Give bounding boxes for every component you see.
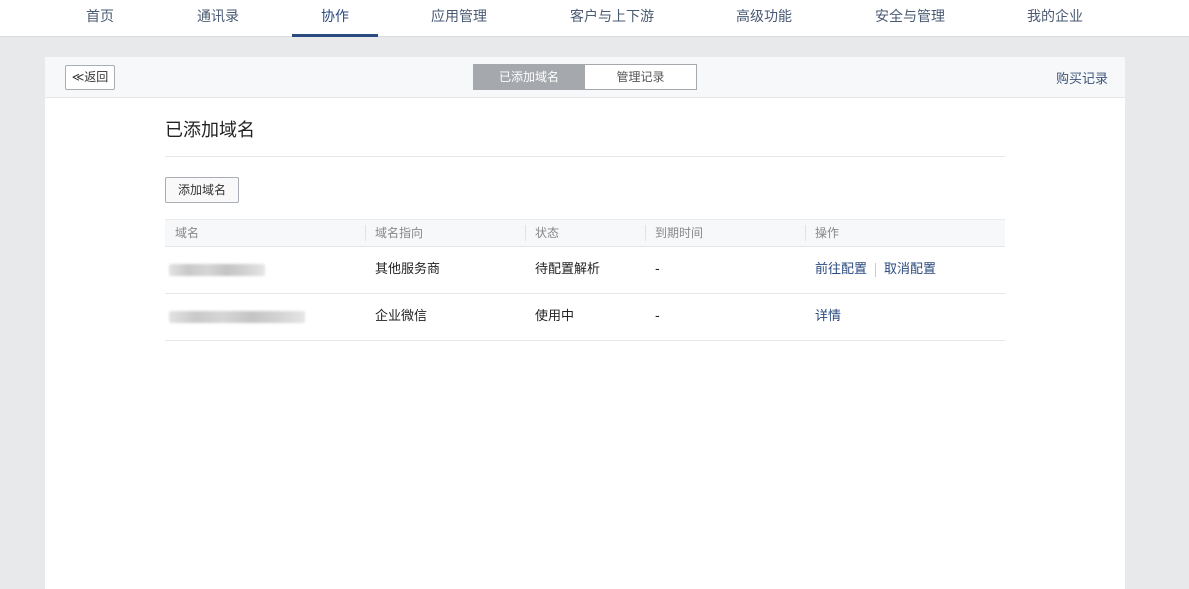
page-title: 已添加域名 (165, 120, 255, 141)
column-divider (645, 225, 646, 241)
column-header-actions: 操作 (815, 226, 840, 240)
column-header-expiry: 到期时间 (655, 226, 704, 240)
purchase-records-link[interactable]: 购买记录 (1056, 68, 1108, 87)
table-row: 企业微信 使用中 - 详情 (165, 294, 1005, 341)
domain-status: 使用中 (535, 309, 575, 324)
table-header: 域名 域名指向 状态 到期时间 操作 (165, 219, 1005, 247)
nav-item-security[interactable]: 安全与管理 (871, 0, 949, 37)
domain-target: 其他服务商 (375, 262, 441, 277)
column-header-domain: 域名 (175, 226, 200, 240)
tab-management-records[interactable]: 管理记录 (585, 64, 697, 90)
domain-panel: ≪返回 已添加域名 管理记录 购买记录 已添加域名 添加域名 域名 域名指向 状… (45, 57, 1125, 589)
title-divider (165, 156, 1005, 157)
configure-link[interactable]: 前往配置 (815, 247, 867, 293)
domain-table: 域名 域名指向 状态 到期时间 操作 其他服务商 待配置解析 - 前往配置 取消… (165, 219, 1005, 341)
domain-status: 待配置解析 (535, 262, 601, 277)
nav-item-home[interactable]: 首页 (84, 0, 116, 37)
tab-added-domains[interactable]: 已添加域名 (473, 64, 585, 90)
nav-item-advanced[interactable]: 高级功能 (733, 0, 795, 37)
domain-name-redacted (169, 311, 305, 323)
cancel-configuration-link[interactable]: 取消配置 (884, 247, 936, 293)
column-divider (365, 225, 366, 241)
action-divider (875, 263, 876, 277)
nav-item-my-enterprise[interactable]: 我的企业 (1024, 0, 1086, 37)
back-button[interactable]: ≪返回 (65, 65, 115, 90)
domain-target: 企业微信 (375, 309, 428, 324)
top-nav: 首页 通讯录 协作 应用管理 客户与上下游 高级功能 安全与管理 我的企业 (0, 0, 1189, 37)
add-domain-button[interactable]: 添加域名 (165, 177, 239, 203)
domain-name-redacted (169, 264, 265, 276)
details-link[interactable]: 详情 (815, 294, 841, 340)
column-divider (805, 225, 806, 241)
column-header-target: 域名指向 (375, 226, 424, 240)
nav-item-customers[interactable]: 客户与上下游 (566, 0, 658, 37)
nav-item-contacts[interactable]: 通讯录 (193, 0, 243, 37)
nav-item-app-management[interactable]: 应用管理 (428, 0, 490, 37)
domain-expiry: - (655, 309, 660, 324)
panel-header: ≪返回 已添加域名 管理记录 购买记录 (45, 57, 1125, 98)
table-row: 其他服务商 待配置解析 - 前往配置 取消配置 (165, 247, 1005, 294)
column-divider (525, 225, 526, 241)
column-header-status: 状态 (535, 226, 560, 240)
nav-item-collaboration[interactable]: 协作 (292, 0, 378, 37)
domain-expiry: - (655, 262, 660, 277)
